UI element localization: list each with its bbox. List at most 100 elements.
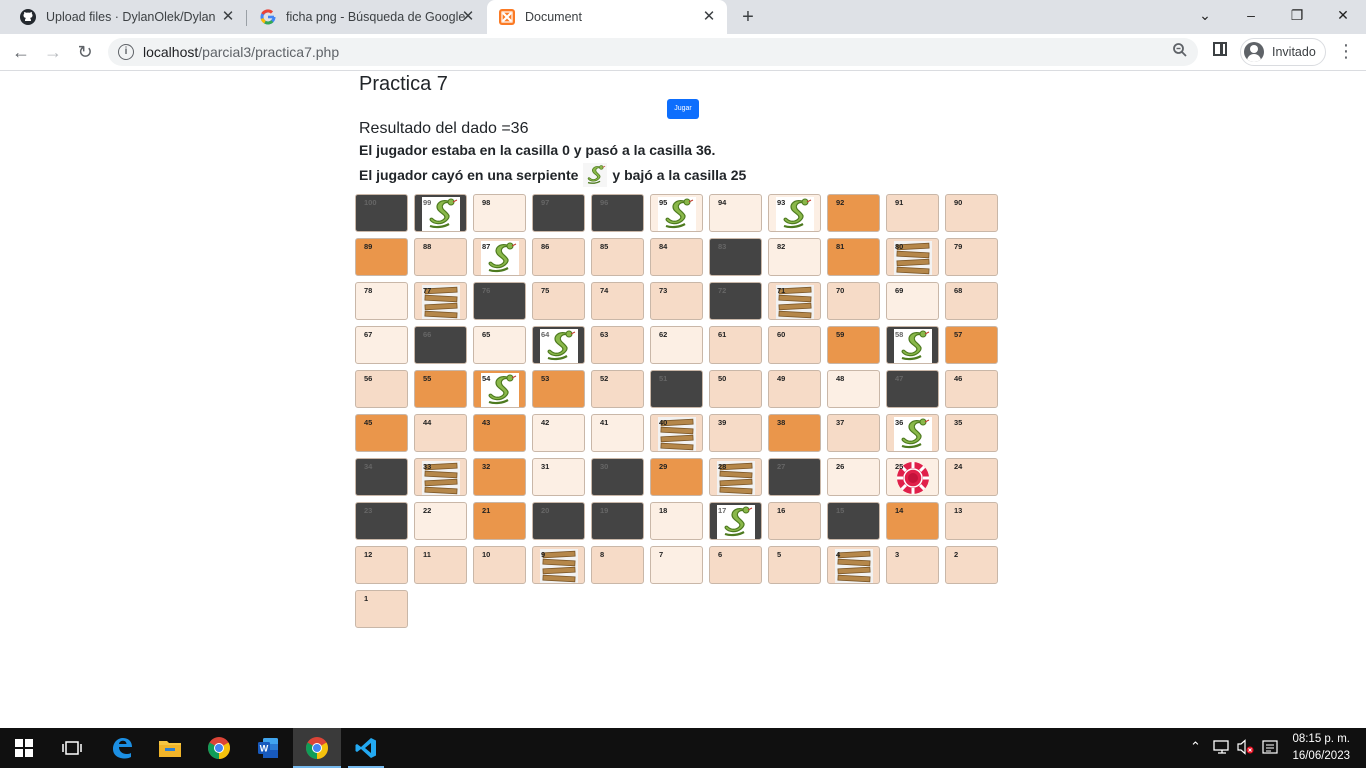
cell-number: 51: [659, 374, 668, 383]
cell-number: 92: [836, 198, 845, 207]
board-cell-11: 11: [414, 546, 467, 584]
cell-number: 36: [895, 418, 904, 427]
windows-taskbar: W ⌃ 08:15 p. m. 16/06/2023: [0, 728, 1366, 768]
close-window-icon[interactable]: ✕: [1320, 0, 1366, 30]
back-arrow-icon[interactable]: ←: [8, 39, 34, 65]
cell-number: 98: [482, 198, 491, 207]
cell-number: 64: [541, 330, 550, 339]
windows-start-icon[interactable]: [0, 728, 48, 768]
board-cell-32: 32: [473, 458, 526, 496]
cell-number: 18: [659, 506, 668, 515]
cell-number: 3: [895, 550, 900, 559]
cell-number: 43: [482, 418, 491, 427]
tab-search-chevron-icon[interactable]: ⌄: [1182, 0, 1228, 30]
avatar: [1244, 42, 1264, 62]
cell-number: 25: [895, 462, 904, 471]
cell-number: 69: [895, 286, 904, 295]
cell-number: 78: [364, 286, 373, 295]
board-cell-17: 17: [709, 502, 762, 540]
close-tab-icon[interactable]: ✕: [701, 9, 717, 25]
board-cell-80: 80: [886, 238, 939, 276]
board-cell-64: 64: [532, 326, 585, 364]
task-view-icon[interactable]: [48, 728, 96, 768]
more-menu-icon[interactable]: ⋮: [1337, 40, 1355, 62]
board-cell-23: 23: [355, 502, 408, 540]
cell-number: 97: [541, 198, 550, 207]
file-explorer-icon[interactable]: [146, 728, 194, 768]
board-cell-63: 63: [591, 326, 644, 364]
board-cell-90: 90: [945, 194, 998, 232]
board-cell-3: 3: [886, 546, 939, 584]
cell-number: 31: [541, 462, 550, 471]
board-cell-52: 52: [591, 370, 644, 408]
cell-number: 79: [954, 242, 963, 251]
cell-number: 89: [364, 242, 373, 251]
board-cell-86: 86: [532, 238, 585, 276]
cell-number: 38: [777, 418, 786, 427]
board-cell-69: 69: [886, 282, 939, 320]
board-cell-16: 16: [768, 502, 821, 540]
board-cell-9: 9: [532, 546, 585, 584]
cell-number: 4: [836, 550, 841, 559]
cell-number: 82: [777, 242, 786, 251]
volume-muted-icon[interactable]: [1237, 739, 1255, 758]
url-text: localhost/parcial3/practica7.php: [143, 44, 339, 60]
board-cell-2: 2: [945, 546, 998, 584]
board-cell-74: 74: [591, 282, 644, 320]
reload-icon[interactable]: ↻: [72, 39, 98, 65]
cell-number: 88: [423, 242, 432, 251]
board-cell-66: 66: [414, 326, 467, 364]
board-cell-53: 53: [532, 370, 585, 408]
cell-number: 5: [777, 550, 782, 559]
network-icon[interactable]: [1213, 739, 1231, 758]
board-cell-79: 79: [945, 238, 998, 276]
minimize-icon[interactable]: –: [1228, 0, 1274, 30]
close-tab-icon[interactable]: ✕: [220, 9, 236, 25]
board-cell-7: 7: [650, 546, 703, 584]
address-bar[interactable]: i localhost/parcial3/practica7.php: [108, 38, 1198, 66]
play-button[interactable]: Jugar: [667, 99, 699, 119]
board-cell-37: 37: [827, 414, 880, 452]
side-panel-icon[interactable]: [1213, 42, 1227, 56]
board-cell-96: 96: [591, 194, 644, 232]
board-cell-55: 55: [414, 370, 467, 408]
close-tab-icon[interactable]: ✕: [460, 9, 476, 25]
snake-icon: [583, 163, 608, 187]
tab-github[interactable]: Upload files · DylanOlek/DylanOl ✕: [0, 0, 246, 34]
new-tab-button[interactable]: +: [738, 6, 758, 29]
board-cell-56: 56: [355, 370, 408, 408]
cell-number: 19: [600, 506, 609, 515]
zoom-magnifier-icon[interactable]: [1172, 42, 1188, 62]
board-cell-1: 1: [355, 590, 408, 628]
forward-arrow-icon[interactable]: →: [40, 39, 66, 65]
tray-chevron-icon[interactable]: ⌃: [1190, 739, 1201, 755]
board-cell-76: 76: [473, 282, 526, 320]
board-cell-62: 62: [650, 326, 703, 364]
board-cell-12: 12: [355, 546, 408, 584]
cell-number: 45: [364, 418, 373, 427]
chrome-icon[interactable]: [195, 728, 243, 768]
cell-number: 11: [423, 550, 431, 559]
keyboard-icon[interactable]: [1262, 739, 1280, 758]
profile-button[interactable]: Invitado: [1240, 38, 1326, 66]
cell-number: 27: [777, 462, 786, 471]
chrome-active-icon[interactable]: [293, 728, 341, 768]
vscode-icon[interactable]: [342, 728, 390, 768]
board-cell-43: 43: [473, 414, 526, 452]
system-clock[interactable]: 08:15 p. m. 16/06/2023: [1292, 731, 1350, 765]
board-cell-83: 83: [709, 238, 762, 276]
site-info-icon[interactable]: i: [118, 44, 134, 60]
cell-number: 90: [954, 198, 963, 207]
tab-google[interactable]: ficha png - Búsqueda de Google ✕: [246, 0, 486, 34]
browser-toolbar: ← → ↻ i localhost/parcial3/practica7.php…: [0, 34, 1366, 71]
restore-icon[interactable]: ❐: [1274, 0, 1320, 30]
edge-icon[interactable]: [98, 728, 146, 768]
cell-number: 47: [895, 374, 904, 383]
cell-number: 15: [836, 506, 845, 515]
board-cell-51: 51: [650, 370, 703, 408]
tab-document[interactable]: Document ✕: [487, 0, 727, 34]
cell-number: 28: [718, 462, 727, 471]
cell-number: 70: [836, 286, 845, 295]
board-cell-75: 75: [532, 282, 585, 320]
word-icon[interactable]: W: [244, 728, 292, 768]
